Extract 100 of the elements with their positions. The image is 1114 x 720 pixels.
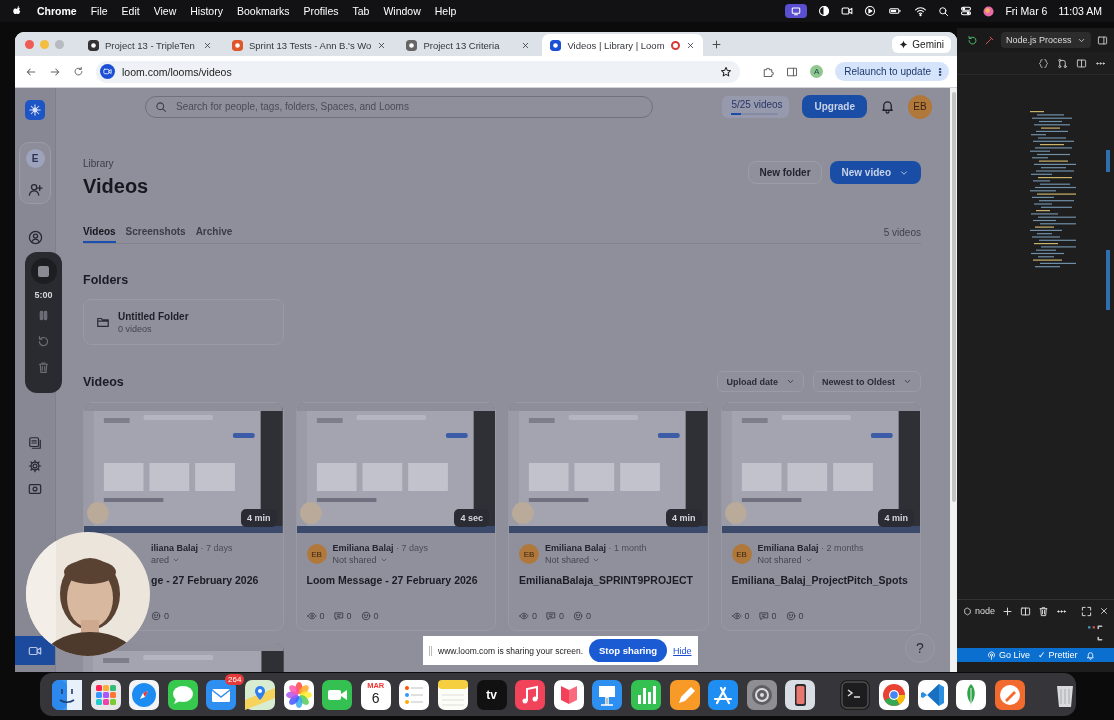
library-icon[interactable]	[28, 436, 42, 450]
map-icon[interactable]	[244, 679, 275, 710]
breadcrumb[interactable]: Library	[83, 158, 149, 169]
reload-icon[interactable]	[73, 66, 84, 77]
wifi-icon[interactable]	[914, 5, 928, 17]
orb-icon[interactable]	[983, 5, 995, 17]
scrollbar[interactable]	[950, 88, 957, 672]
video-title[interactable]: Emiliana_Balaj_ProjectPitch_Spots	[731, 574, 910, 586]
new-folder-button[interactable]: New folder	[748, 161, 822, 184]
folded-paper-icon[interactable]	[553, 679, 584, 710]
user-avatar[interactable]: EB	[908, 94, 932, 119]
stop-recording-button[interactable]	[30, 258, 57, 284]
menu-item[interactable]: History	[190, 5, 223, 17]
library-tab[interactable]: Archive	[195, 222, 233, 243]
menu-item[interactable]: Tab	[352, 5, 370, 17]
sort-dropdown[interactable]: Newest to Oldest	[813, 371, 921, 392]
profile-icon[interactable]	[27, 230, 43, 245]
compass-icon[interactable]	[129, 679, 160, 710]
camera-icon[interactable]	[841, 5, 854, 17]
menu-item[interactable]: Edit	[121, 5, 140, 17]
video-title[interactable]: ge - 27 February 2026	[151, 574, 273, 586]
split-terminal-icon[interactable]	[1020, 605, 1032, 617]
close-icon[interactable]	[1099, 606, 1110, 616]
menu-item[interactable]: Window	[383, 5, 421, 17]
date[interactable]: Fri Mar 6	[1005, 5, 1048, 17]
toggles-icon[interactable]	[960, 5, 973, 17]
settings-icon[interactable]	[28, 459, 42, 473]
menu-item[interactable]: View	[153, 5, 177, 17]
gemini-button[interactable]: Gemini	[892, 35, 951, 53]
help-button[interactable]: ?	[905, 633, 935, 663]
browser-tab[interactable]: Sprint 13 Tests - Ann B.'s Wo	[224, 34, 395, 56]
sticks-icon[interactable]	[708, 679, 739, 710]
video-title[interactable]: Loom Message - 27 February 2026	[306, 574, 485, 586]
back-icon[interactable]	[25, 65, 37, 78]
new-video-button[interactable]: New video	[829, 161, 921, 184]
podium-icon[interactable]	[592, 679, 623, 710]
forward-icon[interactable]	[49, 65, 61, 78]
pen-icon[interactable]	[669, 679, 700, 710]
sort-dropdown[interactable]: Upload date	[717, 371, 804, 392]
compare-icon[interactable]	[1057, 57, 1068, 69]
add-terminal-icon[interactable]	[1002, 605, 1014, 617]
puzzle-icon[interactable]	[762, 65, 775, 78]
pause-icon[interactable]	[37, 309, 50, 322]
close-icon[interactable]	[521, 40, 531, 50]
play-icon[interactable]	[864, 5, 877, 17]
workspace-avatar[interactable]: E	[25, 149, 45, 168]
flower-icon[interactable]	[283, 679, 314, 710]
video-card[interactable]: 4 sec EB Emiliana Balaj · 7 days Not shared Loom Message - 27 February 2026 0 0 0	[295, 402, 496, 631]
search-field[interactable]: Search for people, tags, folders, Spaces, and Looms	[145, 95, 653, 118]
upgrade-button[interactable]: Upgrade	[802, 95, 867, 118]
face-icon[interactable]	[52, 679, 82, 710]
bar-chart-icon[interactable]	[630, 679, 661, 710]
restart-icon[interactable]	[967, 34, 978, 46]
library-tab[interactable]: Videos	[83, 222, 116, 243]
quota-meter[interactable]: 5/25 videos	[722, 95, 790, 118]
folder-card[interactable]: Untitled Folder 0 videos	[83, 299, 284, 345]
grid-icon[interactable]	[90, 679, 121, 710]
close-icon[interactable]	[377, 40, 387, 50]
bookmark-star-icon[interactable]	[720, 65, 733, 78]
ribbon-icon[interactable]	[917, 679, 948, 710]
menu-item[interactable]: Bookmarks	[236, 5, 290, 17]
video-card[interactable]: 4 min EB Emiliana Balaj · 2 months Not shared Emiliana_Balaj_ProjectPitch_Spots 0 0 0	[720, 402, 921, 631]
restart-icon[interactable]	[37, 335, 50, 348]
close-icon[interactable]	[685, 40, 695, 50]
browser-tab[interactable]: Project 13 - TripleTen	[80, 34, 220, 56]
profile-avatar[interactable]: A	[810, 65, 824, 78]
menu-item[interactable]: File	[90, 5, 108, 17]
video-card[interactable]: 4 min EB Emiliana Balaj · 1 month Not shared EmilianaBalaja_SPRINT9PROJECT 0 0 0	[508, 402, 709, 631]
new-tab-icon[interactable]	[710, 38, 722, 50]
leaf-icon[interactable]	[956, 679, 987, 710]
trash-icon[interactable]	[1038, 605, 1050, 617]
clock[interactable]: 11:03 AM	[1058, 5, 1102, 17]
stop-sharing-button[interactable]: Stop sharing	[589, 639, 668, 662]
menu-item[interactable]: Profiles	[303, 5, 339, 17]
terminal-tab[interactable]: node	[963, 606, 996, 616]
layout-icon[interactable]	[1096, 34, 1108, 46]
phone-icon[interactable]	[785, 679, 816, 710]
run-config-dropdown[interactable]: Node.js Process	[1001, 32, 1091, 48]
browser-tab[interactable]: Project 13 Criteria	[398, 34, 539, 56]
screen-record-icon[interactable]	[28, 482, 42, 496]
side-panel-icon[interactable]	[786, 65, 799, 78]
speech-bubble-icon[interactable]	[167, 679, 198, 710]
browser-tab[interactable]: Videos | Library | Loom	[542, 34, 703, 56]
note-icon[interactable]	[437, 679, 468, 710]
gear-icon[interactable]	[746, 679, 777, 710]
quill-icon[interactable]	[994, 679, 1025, 710]
video-title[interactable]: EmilianaBalaja_SPRINT9PROJECT	[519, 574, 698, 586]
bell-icon[interactable]	[1085, 650, 1095, 660]
battery-icon[interactable]	[887, 5, 904, 17]
menu-item[interactable]: Help	[434, 5, 457, 17]
logo-icon[interactable]	[25, 100, 45, 120]
half-circle-icon[interactable]	[818, 5, 831, 17]
search-icon[interactable]	[938, 5, 950, 17]
close-window-button[interactable]	[25, 39, 34, 49]
close-icon[interactable]	[203, 40, 212, 50]
app-menu[interactable]: Chrome	[37, 5, 77, 17]
hide-link[interactable]: Hide	[673, 645, 692, 656]
address-bar[interactable]: loom.com/looms/videos	[96, 60, 741, 83]
music-note-icon[interactable]	[515, 679, 546, 710]
video-camera-icon[interactable]	[322, 679, 353, 710]
